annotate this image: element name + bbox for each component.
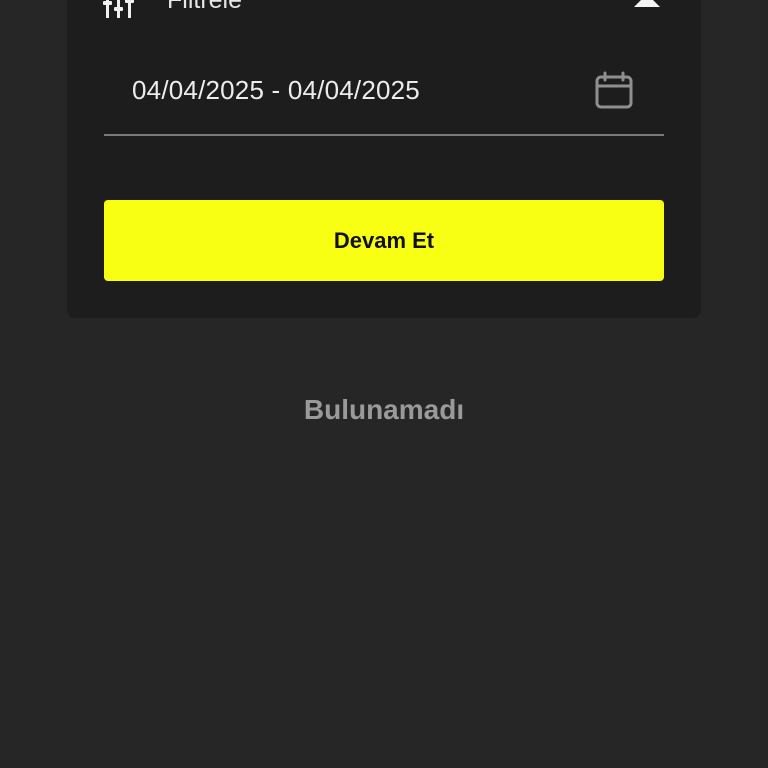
caret-up-icon[interactable]	[633, 0, 661, 8]
filter-header[interactable]: Filtrele	[103, 0, 663, 20]
page: Filtrele 04/04/2025 - 04/04/2025 Devam E…	[0, 0, 768, 768]
calendar-icon[interactable]	[594, 71, 634, 111]
date-range-value: 04/04/2025 - 04/04/2025	[132, 75, 420, 105]
empty-state-message: Bulunamadı	[303, 394, 465, 425]
filter-panel: Filtrele 04/04/2025 - 04/04/2025 Devam E…	[67, 0, 701, 318]
sliders-icon	[103, 0, 135, 18]
continue-button[interactable]: Devam Et	[104, 200, 664, 281]
filter-title: Filtrele	[167, 0, 243, 14]
date-range-field[interactable]: 04/04/2025 - 04/04/2025	[104, 60, 664, 136]
